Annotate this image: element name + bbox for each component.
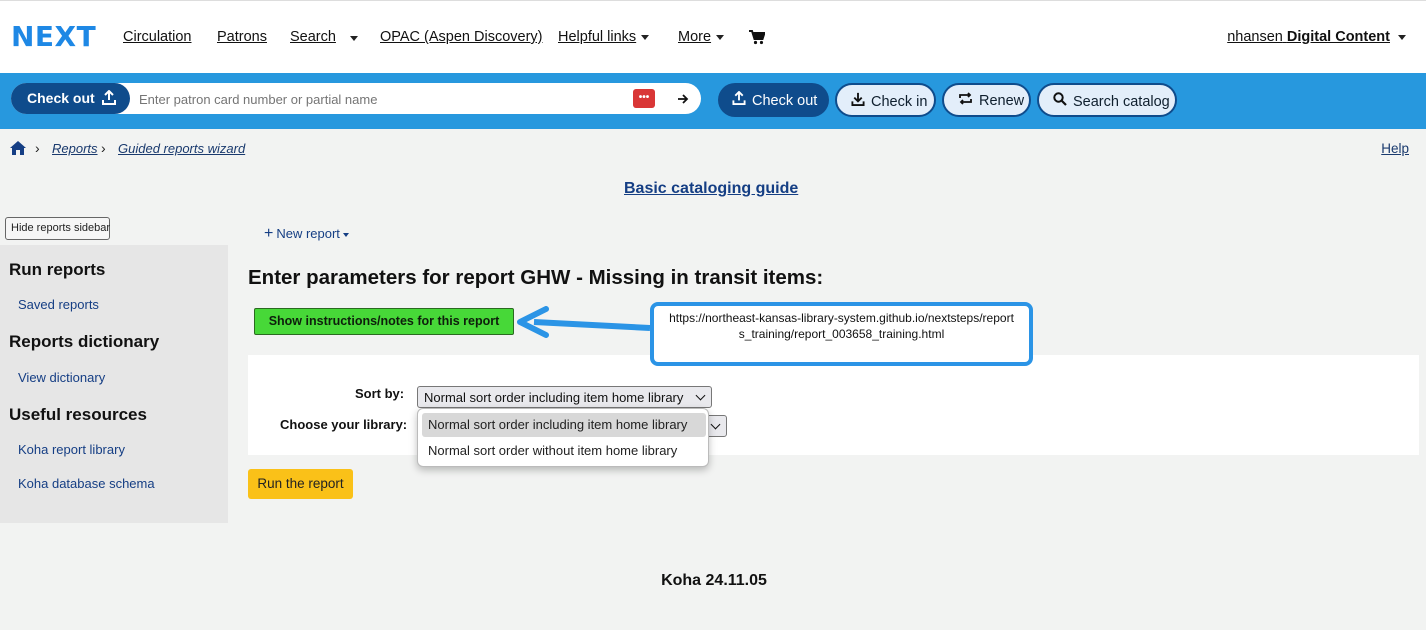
- plus-icon: +: [264, 225, 274, 242]
- sidebar-heading-useful: Useful resources: [9, 405, 147, 424]
- nav-search-label: Search: [290, 29, 336, 45]
- sort-by-select[interactable]: Normal sort order including item home li…: [417, 386, 712, 408]
- download-icon: [851, 92, 865, 106]
- sort-by-value: Normal sort order including item home li…: [424, 390, 684, 405]
- sidebar-item-view-dictionary[interactable]: View dictionary: [18, 370, 105, 385]
- checkout-mode-select[interactable]: Check out: [11, 83, 130, 114]
- user-menu[interactable]: nhansen Digital Content: [1227, 29, 1406, 45]
- reports-sidebar: Run reports Saved reports Reports dictio…: [0, 245, 228, 523]
- nav-more-label: More: [678, 29, 712, 45]
- koha-version: Koha 24.11.05: [661, 572, 767, 589]
- nav-helpful-links[interactable]: Helpful links: [558, 29, 650, 45]
- cart-icon[interactable]: [749, 30, 765, 45]
- checkin-button-label: Check in: [871, 94, 928, 110]
- circulation-bar: Check out ••• Check out Check in Renew S…: [0, 73, 1426, 129]
- page-title: Enter parameters for report GHW - Missin…: [248, 266, 824, 289]
- help-link[interactable]: Help: [1381, 141, 1409, 156]
- nav-opac[interactable]: OPAC (Aspen Discovery): [380, 29, 543, 45]
- password-manager-icon[interactable]: •••: [633, 89, 655, 108]
- breadcrumb-separator-icon: ›: [101, 140, 106, 156]
- sidebar-heading-dictionary: Reports dictionary: [9, 332, 160, 351]
- library-label: Choose your library:: [280, 417, 408, 432]
- nav-more[interactable]: More: [678, 29, 725, 45]
- sidebar-item-koha-report-library[interactable]: Koha report library: [18, 442, 125, 457]
- annotation-callout: https://northeast-kansas-library-system.…: [650, 302, 1033, 366]
- upload-icon: [102, 90, 116, 105]
- annotation-arrow-icon: [517, 306, 651, 338]
- chevron-down-icon: [695, 390, 706, 401]
- sort-by-label: Sort by:: [355, 386, 405, 401]
- user-name: nhansen: [1227, 29, 1283, 45]
- sidebar-item-koha-schema[interactable]: Koha database schema: [18, 476, 155, 491]
- renew-button-label: Renew: [979, 93, 1025, 109]
- sort-by-dropdown-list: Normal sort order including item home li…: [417, 408, 709, 467]
- top-navbar: NEXT Circulation Patrons Search OPAC (As…: [0, 0, 1426, 73]
- breadcrumb-guided-reports[interactable]: Guided reports wizard: [118, 141, 245, 156]
- patron-search-group: Check out •••: [11, 83, 701, 114]
- breadcrumb-separator-icon: ›: [35, 140, 40, 156]
- run-report-button[interactable]: Run the report: [248, 469, 353, 499]
- chevron-down-icon: [716, 34, 725, 40]
- breadcrumb-reports[interactable]: Reports: [52, 141, 98, 156]
- hide-sidebar-button[interactable]: Hide reports sidebar: [5, 217, 110, 240]
- show-instructions-button[interactable]: Show instructions/notes for this report: [254, 308, 514, 335]
- repeat-icon: [959, 92, 972, 105]
- checkout-button-label: Check out: [752, 93, 818, 109]
- chevron-down-icon: [641, 34, 650, 40]
- user-branch: Digital Content: [1286, 29, 1390, 45]
- nav-circulation[interactable]: Circulation: [123, 29, 192, 45]
- renew-button[interactable]: Renew: [942, 83, 1031, 117]
- nav-helpful-label: Helpful links: [558, 29, 637, 45]
- chevron-down-icon: [342, 232, 349, 237]
- sidebar-heading-run-reports: Run reports: [9, 260, 106, 279]
- dropdown-option[interactable]: Normal sort order without item home libr…: [422, 439, 706, 463]
- new-report-button[interactable]: + New report: [264, 225, 349, 243]
- search-dropdown-caret-icon[interactable]: [350, 36, 358, 41]
- search-icon: [1053, 92, 1067, 106]
- logo[interactable]: NEXT: [11, 20, 96, 53]
- nav-search[interactable]: Search: [290, 29, 336, 45]
- guide-link[interactable]: Basic cataloging guide: [624, 180, 798, 198]
- patron-search-input[interactable]: [139, 89, 619, 109]
- search-catalog-label: Search catalog: [1073, 94, 1170, 110]
- home-icon[interactable]: [10, 141, 26, 155]
- checkout-button[interactable]: Check out: [718, 83, 829, 117]
- arrow-right-icon: [678, 94, 689, 104]
- new-report-label: New report: [276, 226, 340, 241]
- submit-arrow-button[interactable]: [671, 87, 695, 111]
- dropdown-option[interactable]: Normal sort order including item home li…: [422, 413, 706, 437]
- chevron-down-icon: [710, 419, 721, 430]
- upload-icon: [732, 91, 746, 105]
- chevron-down-icon: [1398, 34, 1406, 40]
- nav-patrons[interactable]: Patrons: [217, 29, 267, 45]
- sidebar-item-saved-reports[interactable]: Saved reports: [18, 297, 99, 312]
- checkin-button[interactable]: Check in: [835, 83, 936, 117]
- checkout-mode-label: Check out: [27, 90, 95, 106]
- search-catalog-button[interactable]: Search catalog: [1037, 83, 1177, 117]
